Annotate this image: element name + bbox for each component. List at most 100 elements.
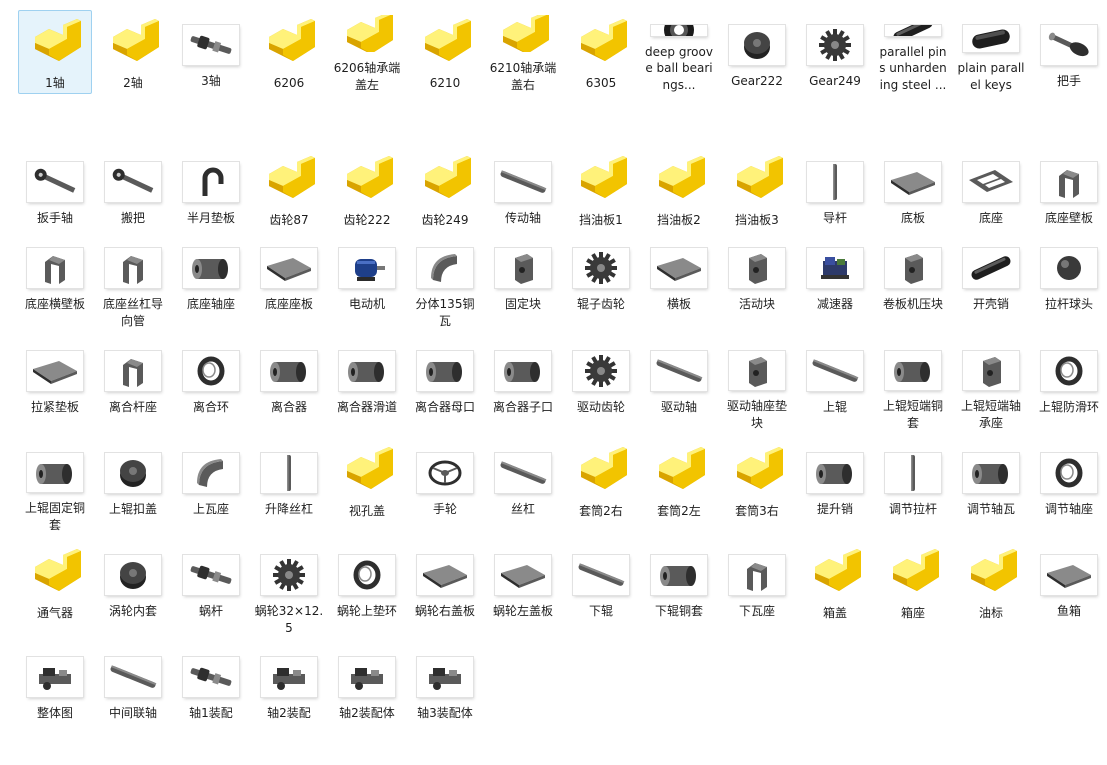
file-item[interactable]: 底座轴座 [174, 233, 248, 331]
file-item[interactable]: Gear222 [720, 10, 794, 94]
file-item[interactable]: 涡轮内套 [96, 540, 170, 638]
file-item[interactable]: 上辊防滑环 [1032, 336, 1106, 432]
file-item[interactable]: 离合器滑道 [330, 336, 404, 432]
file-item[interactable]: 升降丝杠 [252, 438, 326, 534]
file-item[interactable]: 上辊短端轴承座 [954, 336, 1028, 432]
file-item[interactable]: 底座 [954, 147, 1028, 231]
file-item[interactable]: 传动轴 [486, 147, 560, 231]
file-item[interactable]: 齿轮249 [408, 147, 482, 231]
file-item[interactable]: 齿轮87 [252, 147, 326, 231]
file-item[interactable]: 拉紧垫板 [18, 336, 92, 432]
file-item[interactable]: 箱盖 [798, 540, 872, 638]
file-item[interactable]: 蜗轮32×12.5 [252, 540, 326, 638]
file-item[interactable]: 分体135铜瓦 [408, 233, 482, 331]
file-item[interactable]: 蜗轮右盖板 [408, 540, 482, 638]
file-item[interactable]: plain parallel keys [954, 10, 1028, 94]
file-item-label: 调节轴座 [1044, 502, 1093, 516]
bracket-icon [27, 248, 83, 288]
file-item[interactable]: 把手 [1032, 10, 1106, 94]
file-item[interactable]: 6206 [252, 10, 326, 94]
file-item[interactable]: 挡油板2 [642, 147, 716, 231]
file-item[interactable]: 上瓦座 [174, 438, 248, 534]
file-item[interactable]: 套筒2左 [642, 438, 716, 534]
block-icon [495, 248, 551, 288]
file-item[interactable]: 上辊扣盖 [96, 438, 170, 534]
file-item[interactable]: 上辊短端铜套 [876, 336, 950, 432]
file-item[interactable]: 底座壁板 [1032, 147, 1106, 231]
file-item[interactable]: 下辊 [564, 540, 638, 638]
file-item[interactable]: 活动块 [720, 233, 794, 331]
file-item[interactable]: 离合器母口 [408, 336, 482, 432]
file-item[interactable]: 卷板机压块 [876, 233, 950, 331]
file-item[interactable]: 6210轴承端盖右 [486, 10, 560, 94]
file-item[interactable]: 离合器子口 [486, 336, 560, 432]
file-item[interactable]: 轴2装配 [252, 642, 326, 726]
file-item[interactable]: 离合器 [252, 336, 326, 432]
file-item[interactable]: 挡油板3 [720, 147, 794, 231]
lever-icon [105, 162, 161, 202]
file-item[interactable]: 套筒3右 [720, 438, 794, 534]
file-item[interactable]: 下辊铜套 [642, 540, 716, 638]
file-item[interactable]: 手轮 [408, 438, 482, 534]
file-item[interactable]: 提升销 [798, 438, 872, 534]
file-item[interactable]: 上辊 [798, 336, 872, 432]
file-item[interactable]: 丝杠 [486, 438, 560, 534]
file-item[interactable]: deep groove ball bearings... [642, 10, 716, 94]
file-item[interactable]: 调节拉杆 [876, 438, 950, 534]
file-item[interactable]: 轴2装配体 [330, 642, 404, 726]
file-item[interactable]: 辊子齿轮 [564, 233, 638, 331]
file-item-label: 把手 [1056, 74, 1081, 88]
file-item[interactable]: 轴1装配 [174, 642, 248, 726]
file-item[interactable]: 上辊固定铜套 [18, 438, 92, 534]
file-item[interactable]: 油标 [954, 540, 1028, 638]
file-item[interactable]: 套筒2右 [564, 438, 638, 534]
file-item[interactable]: 半月垫板 [174, 147, 248, 231]
file-item[interactable]: 开壳销 [954, 233, 1028, 331]
file-item[interactable]: 拉杆球头 [1032, 233, 1106, 331]
file-item[interactable]: 蜗轮上垫环 [330, 540, 404, 638]
file-item-label: 底板 [900, 211, 925, 225]
file-item[interactable]: 3轴 [174, 10, 248, 94]
file-item[interactable]: 2轴 [96, 10, 170, 94]
file-item[interactable]: 蜗杆 [174, 540, 248, 638]
file-item[interactable]: 横板 [642, 233, 716, 331]
folder-icon [27, 15, 83, 67]
file-item[interactable]: 电动机 [330, 233, 404, 331]
file-item[interactable]: 底座横壁板 [18, 233, 92, 331]
file-item[interactable]: 调节轴瓦 [954, 438, 1028, 534]
file-item[interactable]: 视孔盖 [330, 438, 404, 534]
file-item[interactable]: Gear249 [798, 10, 872, 94]
file-item[interactable]: 调节轴座 [1032, 438, 1106, 534]
file-item[interactable]: 离合杆座 [96, 336, 170, 432]
file-item[interactable]: 驱动轴座垫块 [720, 336, 794, 432]
file-item[interactable]: 轴3装配体 [408, 642, 482, 726]
file-item[interactable]: parallel pins unhardening steel ... [876, 10, 950, 94]
cylinder-icon [807, 453, 863, 493]
file-item[interactable]: 驱动轴 [642, 336, 716, 432]
file-item[interactable]: 蜗轮左盖板 [486, 540, 560, 638]
file-item[interactable]: 整体图 [18, 642, 92, 726]
file-item[interactable]: 通气器 [18, 540, 92, 638]
file-item[interactable]: 减速器 [798, 233, 872, 331]
file-item[interactable]: 齿轮222 [330, 147, 404, 231]
file-item[interactable]: 扳手轴 [18, 147, 92, 231]
file-item[interactable]: 搬把 [96, 147, 170, 231]
file-item[interactable]: 离合环 [174, 336, 248, 432]
file-item[interactable]: 导杆 [798, 147, 872, 231]
file-item[interactable]: 1轴 [18, 10, 92, 94]
file-item[interactable]: 底座座板 [252, 233, 326, 331]
file-item[interactable]: 6305 [564, 10, 638, 94]
file-item[interactable]: 底座丝杠导向管 [96, 233, 170, 331]
file-item[interactable]: 中间联轴 [96, 642, 170, 726]
file-item[interactable]: 箱座 [876, 540, 950, 638]
file-item-label: 拉紧垫板 [30, 400, 79, 414]
file-item-label: 蜗杆 [198, 604, 223, 618]
file-item[interactable]: 驱动齿轮 [564, 336, 638, 432]
file-item[interactable]: 挡油板1 [564, 147, 638, 231]
file-item[interactable]: 6210 [408, 10, 482, 94]
file-item[interactable]: 底板 [876, 147, 950, 231]
file-item[interactable]: 下瓦座 [720, 540, 794, 638]
file-item[interactable]: 6206轴承端盖左 [330, 10, 404, 94]
file-item[interactable]: 固定块 [486, 233, 560, 331]
file-item[interactable]: 鱼箱 [1032, 540, 1106, 638]
